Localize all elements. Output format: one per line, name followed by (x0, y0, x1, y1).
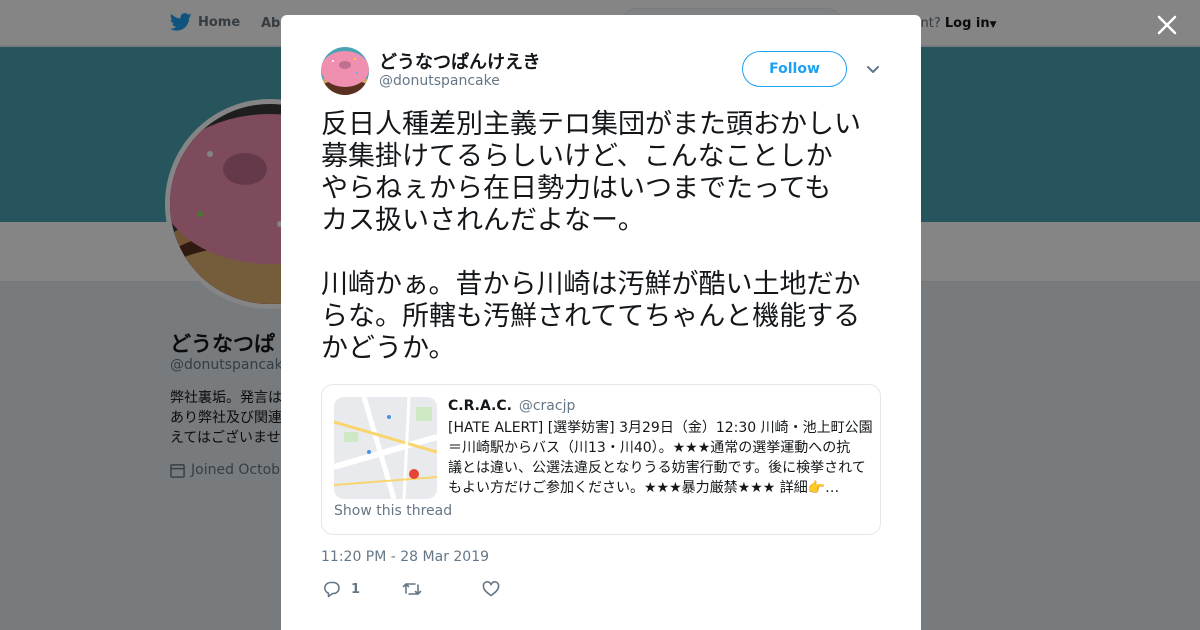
tweet-modal: どうなつぱんけえき @donutspancake Follow 反日人種差別主義… (281, 15, 921, 630)
tweet-timestamp[interactable]: 11:20 PM - 28 Mar 2019 (321, 549, 489, 565)
show-thread-link[interactable]: Show this thread (334, 503, 452, 519)
retweet-button[interactable] (402, 580, 422, 598)
reply-count: 1 (351, 581, 361, 597)
quoted-author: C.R.A.C. @cracjp (448, 398, 575, 414)
chevron-down-icon (867, 66, 879, 73)
more-menu-button[interactable] (865, 62, 881, 76)
close-icon (1157, 15, 1177, 35)
tweet-paragraph-2: 川崎かぁ。昔から川崎は汚鮮が酷い土地だか らな。所轄も汚鮮されててちゃんと機能す… (321, 269, 861, 364)
like-button[interactable] (482, 580, 500, 598)
reply-button[interactable]: 1 (323, 580, 360, 598)
reply-icon (323, 581, 340, 598)
map-image (334, 397, 437, 499)
author-handle[interactable]: @donutspancake (379, 73, 500, 89)
tweet-text: 反日人種差別主義テロ集団がまた頭おかしい 募集掛けてるらしいけど、こんなことしか… (321, 109, 886, 365)
quoted-tweet[interactable]: C.R.A.C. @cracjp [HATE ALERT] [選挙妨害] 3月2… (321, 384, 881, 535)
donut-pancake-image (321, 47, 369, 95)
quoted-author-handle: @cracjp (518, 398, 576, 414)
tweet-paragraph-1: 反日人種差別主義テロ集団がまた頭おかしい 募集掛けてるらしいけど、こんなことしか… (321, 109, 861, 236)
quoted-tweet-map-thumbnail[interactable] (334, 397, 437, 499)
follow-button[interactable]: Follow (742, 51, 847, 87)
close-button[interactable] (1152, 10, 1182, 40)
author-avatar[interactable] (321, 47, 369, 95)
quoted-author-name: C.R.A.C. (448, 398, 512, 414)
author-name[interactable]: どうなつぱんけえき (379, 48, 540, 74)
heart-icon (482, 581, 500, 597)
retweet-icon (402, 583, 422, 595)
quoted-tweet-text: [HATE ALERT] [選挙妨害] 3月29日（金）12:30 川崎・池上町… (448, 420, 873, 496)
